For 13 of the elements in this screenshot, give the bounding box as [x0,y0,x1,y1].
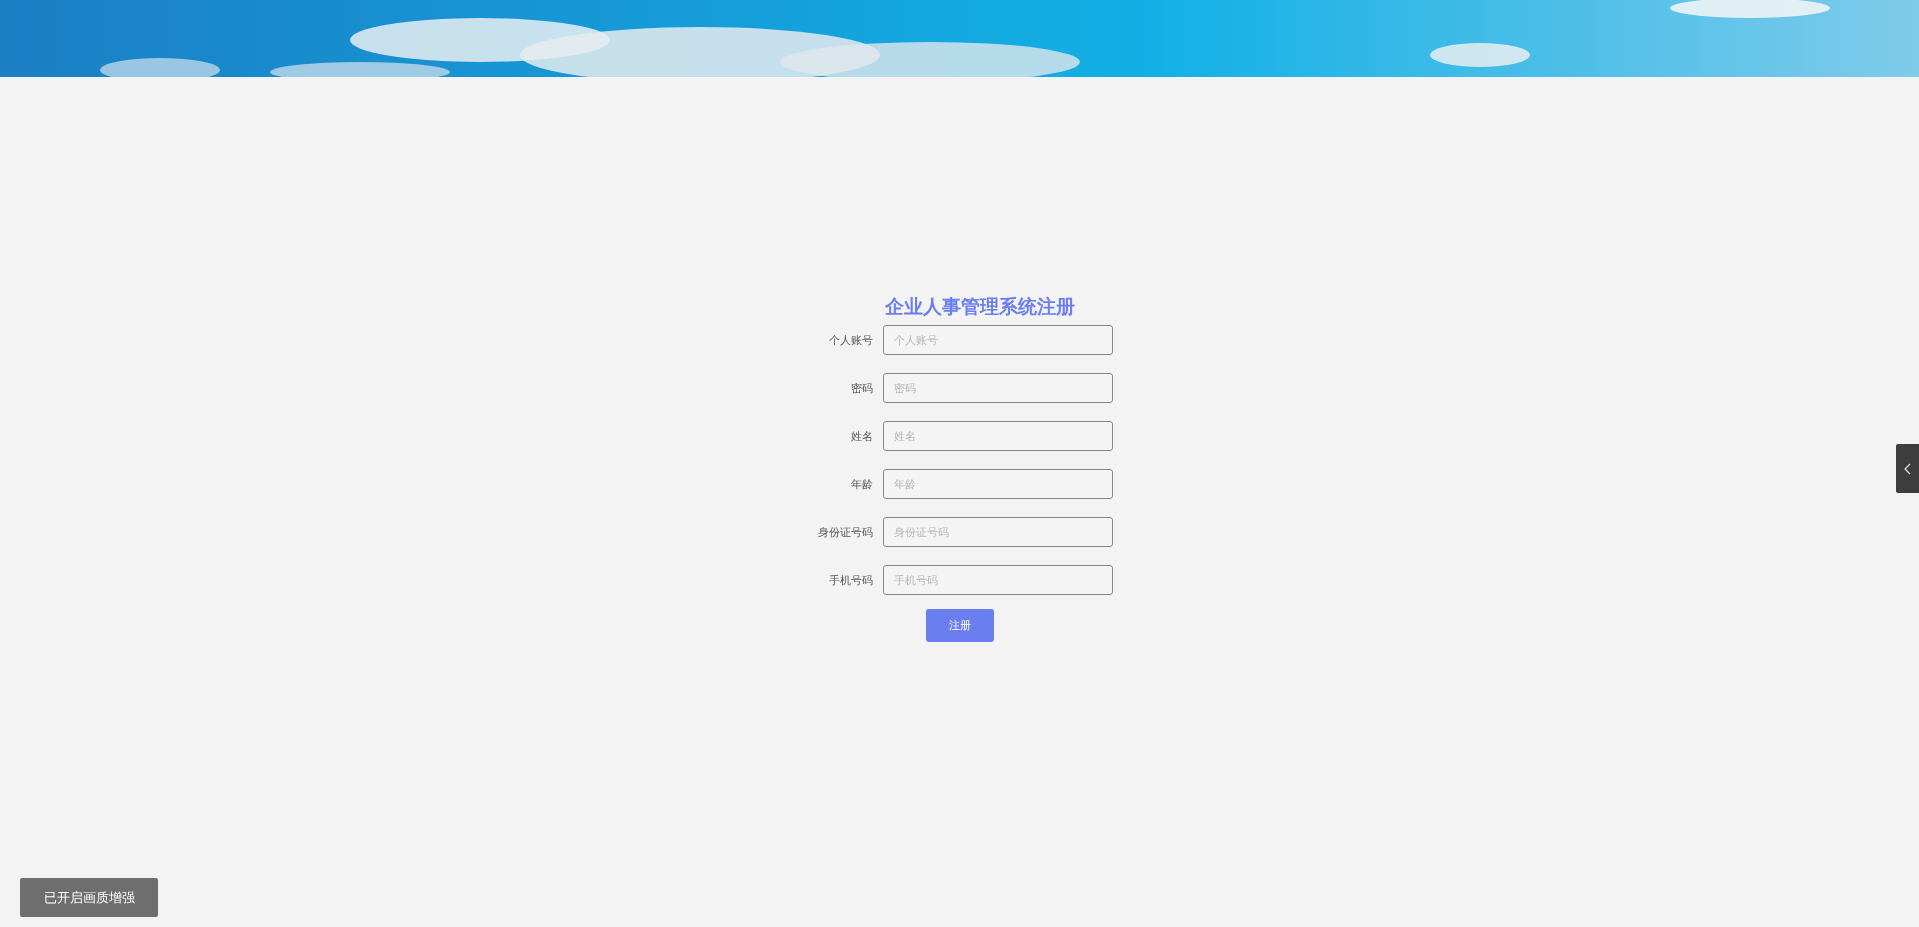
field-label: 手机号码 [827,572,873,588]
field-label: 年龄 [849,476,873,492]
field-label: 个人账号 [827,332,873,348]
enhance-button[interactable]: 已开启画质增强 [20,878,158,917]
field-label: 姓名 [849,428,873,444]
chevron-left-icon [1904,462,1911,475]
form-title: 企业人事管理系统注册 [884,294,1075,319]
register-button[interactable]: 注册 [925,609,994,642]
field-label: 身份证号码 [816,524,873,540]
collapse-tab[interactable] [1896,444,1919,493]
input-field[interactable]: 姓名 [882,421,1113,451]
input-field[interactable]: 密码 [882,373,1113,403]
field-label: 密码 [849,380,873,396]
